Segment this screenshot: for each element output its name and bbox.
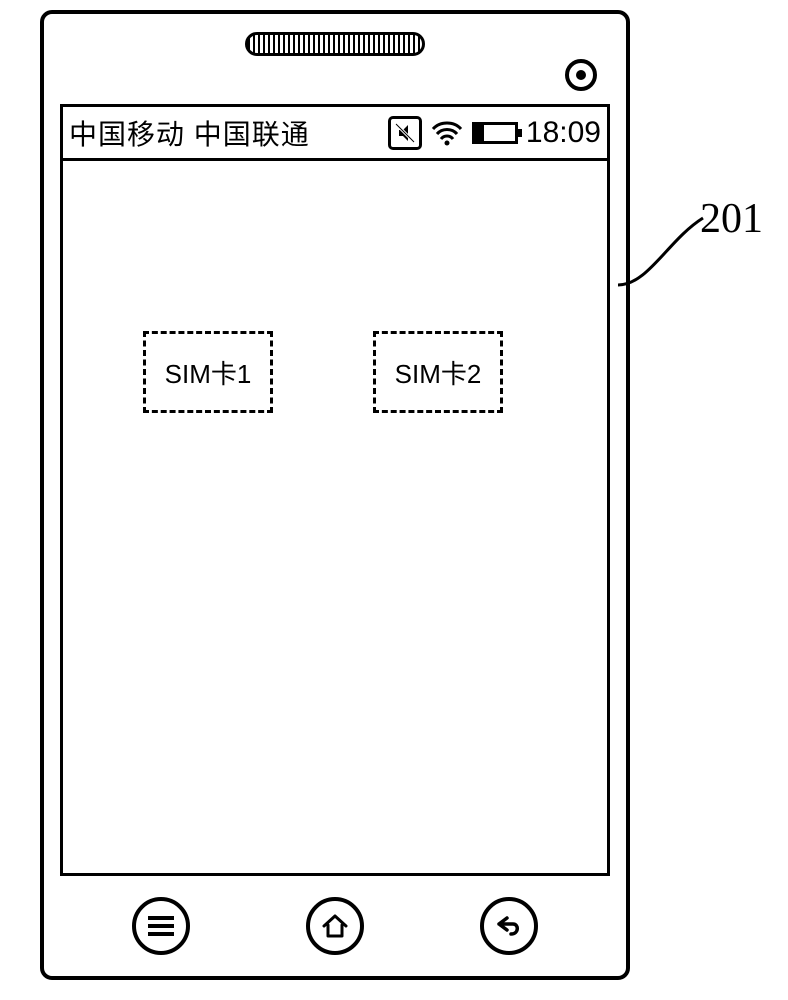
carrier-2: 中国联通 [194,119,310,150]
diagram-canvas: 中国移动 中国联通 [0,0,788,1000]
phone-muted-icon [388,116,422,150]
phone-frame: 中国移动 中国联通 [40,10,630,980]
back-icon [493,910,525,942]
home-button[interactable] [306,897,364,955]
sim-card-2-tile[interactable]: SIM卡2 [373,331,503,413]
carrier-labels: 中国移动 中国联通 [69,113,310,153]
home-icon [320,911,350,941]
battery-icon [472,122,518,144]
sim-card-2-label: SIM卡2 [395,354,482,391]
front-camera-icon [564,58,598,97]
phone-screen: 中国移动 中国联通 [60,104,610,876]
callout-label-201: 201 [700,195,763,243]
sim-card-1-tile[interactable]: SIM卡1 [143,331,273,413]
screen-content: SIM卡1 SIM卡2 [63,161,607,873]
navigation-bar [44,890,626,962]
clock-time: 18:09 [526,116,601,150]
back-button[interactable] [480,897,538,955]
wifi-icon [430,119,464,147]
menu-icon [148,916,174,936]
menu-button[interactable] [132,897,190,955]
sim-card-1-label: SIM卡1 [165,354,252,391]
phone-speaker [245,32,425,56]
carrier-1: 中国移动 [69,119,185,150]
status-bar: 中国移动 中国联通 [63,107,607,161]
